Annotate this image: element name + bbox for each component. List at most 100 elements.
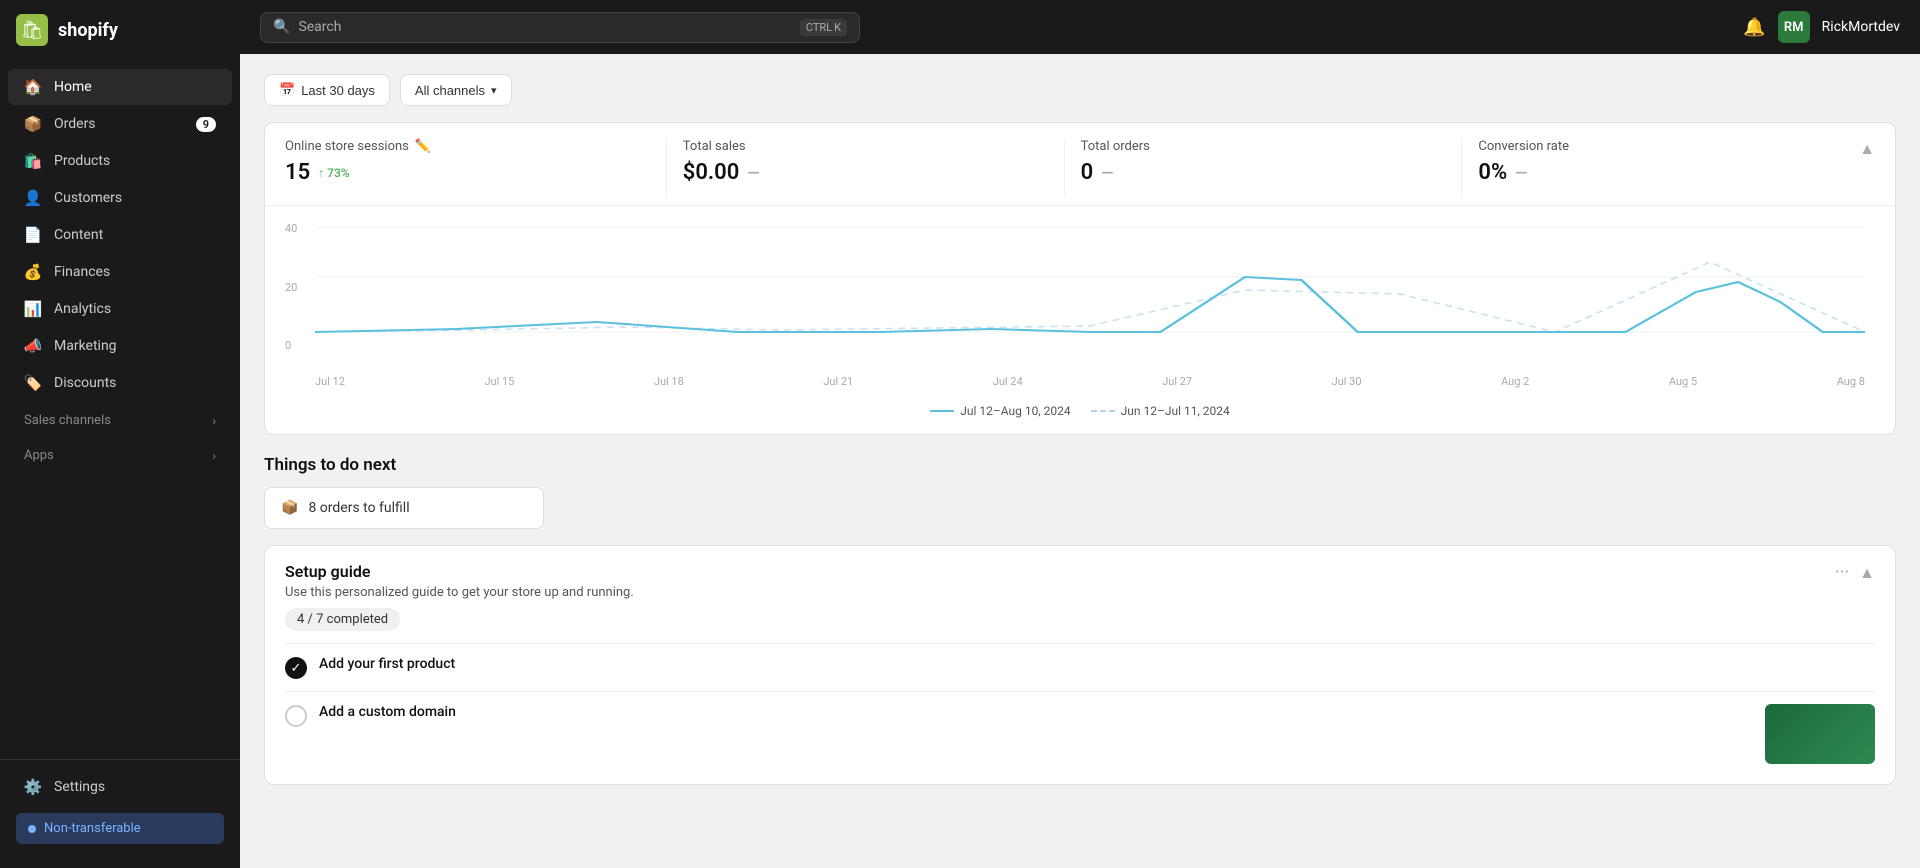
topbar: 🔍 Search CTRL K 🔔 RM RickMortdev [240,0,1920,54]
progress-badge: 4 / 7 completed [285,608,400,631]
sidebar-bottom: ⚙️ Settings Non-transferable [0,759,240,868]
sessions-value: 15 ↑ 73% [285,160,650,185]
settings-label: Settings [54,779,105,795]
analytics-header: Online store sessions ✏️ 15 ↑ 73% Total … [265,123,1895,206]
sidebar-item-label: Products [54,153,110,169]
sidebar-item-label: Orders [54,116,96,132]
y-label-20: 20 [285,281,297,294]
collapse-icon[interactable]: ▲ [1859,139,1875,197]
legend-previous-label: Jun 12–Jul 11, 2024 [1121,404,1230,418]
sidebar-item-analytics[interactable]: 📊 Analytics [8,291,232,327]
shortcut-key: K [834,21,841,34]
y-label-40: 40 [285,222,297,235]
notification-bell-icon[interactable]: 🔔 [1743,17,1765,38]
chevron-right-icon: › [212,449,216,463]
edit-icon[interactable]: ✏️ [415,139,431,154]
settings-icon: ⚙️ [24,778,42,796]
sidebar-item-label: Customers [54,190,122,206]
date-filter-button[interactable]: 📅 Last 30 days [264,74,390,106]
search-icon: 🔍 [273,19,290,35]
legend-solid-line [930,410,954,412]
finances-icon: 💰 [24,263,42,281]
sidebar-item-label: Analytics [54,301,111,317]
content-area: 📅 Last 30 days All channels ▾ Online sto… [240,54,1920,868]
sales-channels-section[interactable]: Sales channels › [8,405,232,436]
analytics-icon: 📊 [24,300,42,318]
sidebar-item-finances[interactable]: 💰 Finances [8,254,232,290]
check-circle-empty-icon [285,705,307,727]
chart-area: 40 20 0 [265,206,1895,434]
search-bar[interactable]: 🔍 Search CTRL K [260,12,860,43]
orders-badge: 9 [196,117,216,132]
conversion-label: Conversion rate [1478,139,1843,154]
x-label-aug5: Aug 5 [1669,375,1697,388]
sidebar-item-marketing[interactable]: 📣 Marketing [8,328,232,364]
things-to-do-title: Things to do next [264,455,1896,475]
sidebar-item-customers[interactable]: 👤 Customers [8,180,232,216]
setup-item-custom-domain-label: Add a custom domain [319,704,1753,720]
sessions-label: Online store sessions ✏️ [285,139,650,154]
x-label-jul30: Jul 30 [1332,375,1362,388]
collapse-setup-icon[interactable]: ▲ [1859,563,1875,583]
legend-current: Jul 12–Aug 10, 2024 [930,404,1070,418]
user-name[interactable]: RickMortdev [1822,19,1900,35]
setup-item-add-product[interactable]: ✓ Add your first product [285,643,1875,691]
sidebar-item-home[interactable]: 🏠 Home [8,69,232,105]
sessions-metric: Online store sessions ✏️ 15 ↑ 73% [285,139,666,197]
setup-item-custom-domain[interactable]: Add a custom domain [285,691,1875,776]
marketing-icon: 📣 [24,337,42,355]
sales-value: $0.00 — [683,160,1048,185]
setup-items-list: ✓ Add your first product Add a custom do… [265,643,1895,784]
content-icon: 📄 [24,226,42,244]
sidebar-item-settings[interactable]: ⚙️ Settings [8,769,232,805]
legend-previous: Jun 12–Jul 11, 2024 [1091,404,1230,418]
non-transferable-badge: Non-transferable [16,813,224,844]
calendar-icon: 📅 [279,82,295,98]
x-label-jul12: Jul 12 [315,375,345,388]
chart-svg [315,222,1865,371]
user-avatar[interactable]: RM [1778,11,1810,43]
sidebar: 🛍 shopify 🏠 Home 📦 Orders 9 🛍️ Products … [0,0,240,868]
more-options-icon[interactable]: ··· [1835,562,1849,583]
conversion-metric: Conversion rate 0% — [1461,139,1859,197]
legend-dashed-line [1091,410,1115,412]
customers-icon: 👤 [24,189,42,207]
legend-current-label: Jul 12–Aug 10, 2024 [960,404,1070,418]
setup-header-actions: ··· ▲ [1835,562,1875,583]
sidebar-item-label: Marketing [54,338,117,354]
setup-guide-text: Setup guide Use this personalized guide … [285,562,634,600]
conversion-value: 0% — [1478,160,1843,185]
non-transferable-dot [28,825,36,833]
sidebar-item-content[interactable]: 📄 Content [8,217,232,253]
sidebar-item-discounts[interactable]: 🏷️ Discounts [8,365,232,401]
chart-legend: Jul 12–Aug 10, 2024 Jun 12–Jul 11, 2024 [285,396,1875,434]
fulfill-label: 8 orders to fulfill [308,500,409,516]
sidebar-nav: 🏠 Home 📦 Orders 9 🛍️ Products 👤 Customer… [0,60,240,759]
sidebar-item-products[interactable]: 🛍️ Products [8,143,232,179]
orders-icon: 📦 [24,115,42,133]
setup-guide-title: Setup guide [285,562,634,581]
x-label-jul21: Jul 21 [823,375,853,388]
sales-metric: Total sales $0.00 — [666,139,1064,197]
setup-item-add-product-content: Add your first product [319,656,1875,672]
orders-label: Total orders [1081,139,1446,154]
sidebar-header: 🛍 shopify [0,0,240,60]
non-transferable-label: Non-transferable [44,821,141,836]
setup-guide-card: Setup guide Use this personalized guide … [264,545,1896,785]
home-icon: 🏠 [24,78,42,96]
channel-filter-button[interactable]: All channels ▾ [400,74,512,106]
search-shortcut: CTRL K [800,19,847,36]
apps-section[interactable]: Apps › [8,440,232,471]
fulfill-orders-button[interactable]: 📦 8 orders to fulfill [264,487,544,529]
discounts-icon: 🏷️ [24,374,42,392]
setup-item-custom-domain-content: Add a custom domain [319,704,1753,720]
y-label-0: 0 [285,339,297,352]
shopify-logo-text: shopify [58,20,118,41]
sales-label: Total sales [683,139,1048,154]
main: 🔍 Search CTRL K 🔔 RM RickMortdev 📅 Last … [240,0,1920,868]
filters-row: 📅 Last 30 days All channels ▾ [264,74,1896,106]
apps-label: Apps [24,448,54,463]
x-label-jul24: Jul 24 [993,375,1023,388]
chart-y-labels: 40 20 0 [285,222,297,352]
sidebar-item-orders[interactable]: 📦 Orders 9 [8,106,232,142]
